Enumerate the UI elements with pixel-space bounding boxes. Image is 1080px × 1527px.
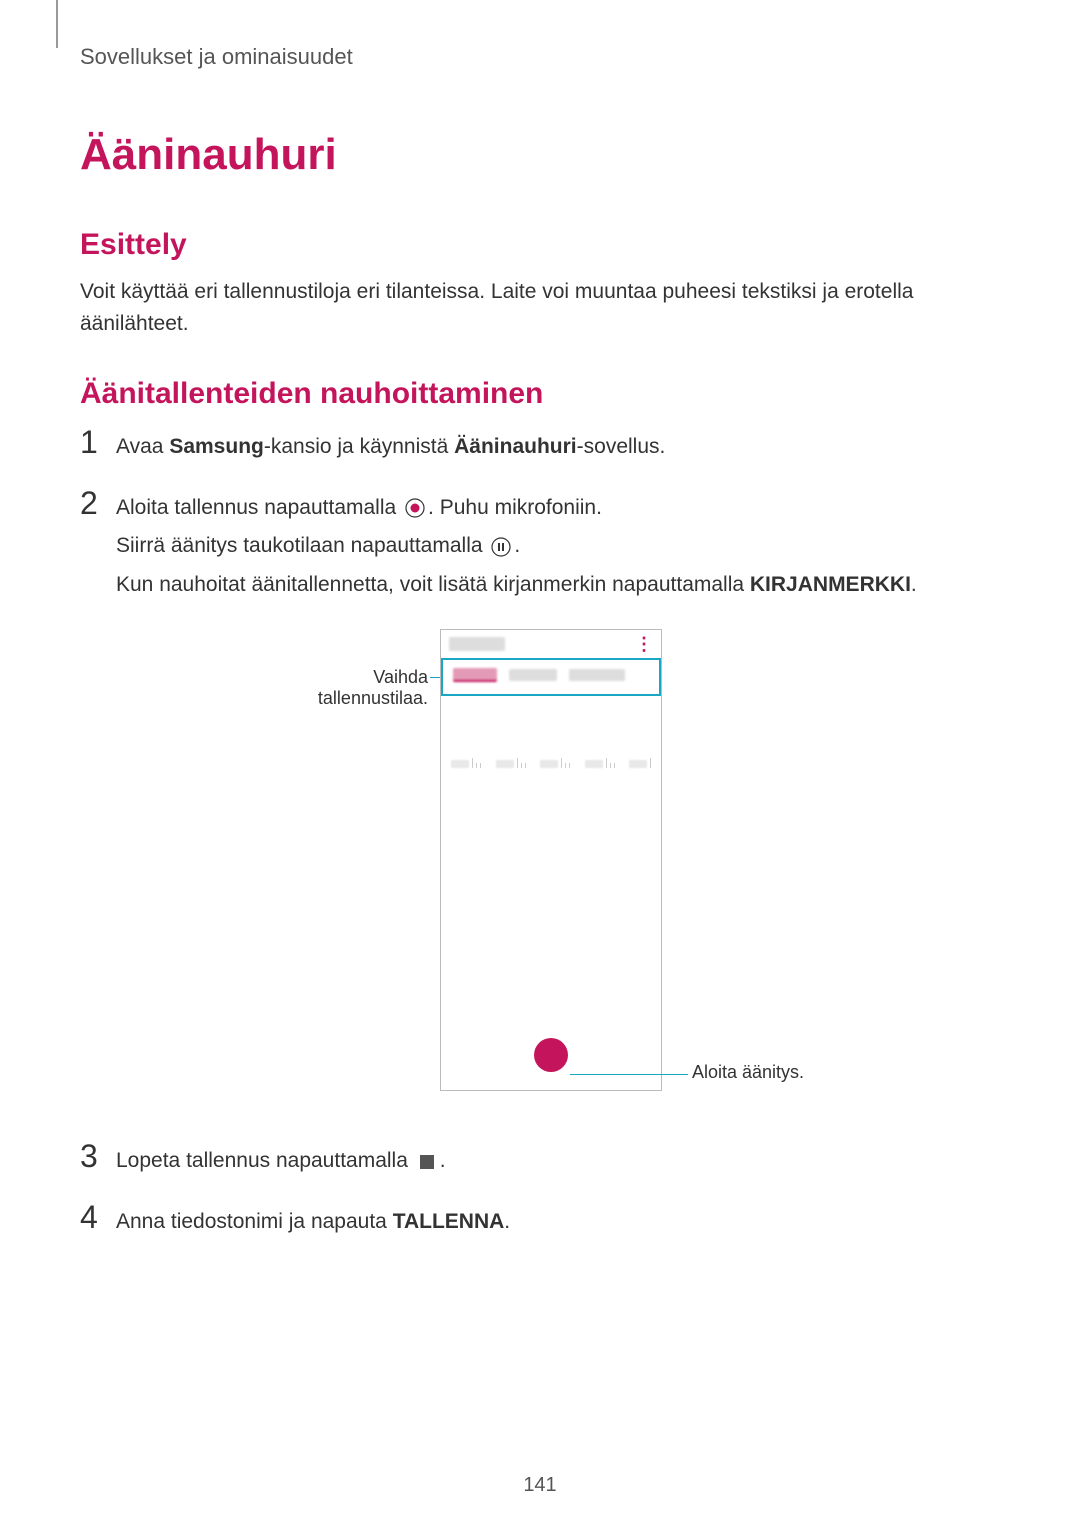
text: . bbox=[514, 534, 520, 557]
text: -kansio ja käynnistä bbox=[264, 435, 454, 458]
text-bold: KIRJANMERKKI bbox=[750, 573, 911, 596]
tab bbox=[509, 669, 557, 681]
callout-left: Vaihda tallennustilaa. bbox=[260, 667, 428, 709]
text-bold: Ääninauhuri bbox=[454, 435, 577, 458]
text: -sovellus. bbox=[577, 435, 666, 458]
timeline bbox=[451, 746, 651, 768]
section-heading-record: Äänitallenteiden nauhoittaminen bbox=[80, 377, 1000, 411]
page-content: Sovellukset ja ominaisuudet Ääninauhuri … bbox=[0, 0, 1080, 1238]
intro-body: Voit käyttää eri tallennustiloja eri til… bbox=[80, 276, 1000, 339]
step-list-cont: 3 Lopeta tallennus napauttamalla . 4 Ann… bbox=[80, 1139, 1000, 1238]
blur-chip bbox=[449, 637, 505, 651]
step-3: 3 Lopeta tallennus napauttamalla . bbox=[80, 1139, 1000, 1178]
step-body: Lopeta tallennus napauttamalla . bbox=[116, 1139, 446, 1178]
record-button bbox=[534, 1038, 568, 1072]
text: . Puhu mikrofoniin. bbox=[428, 496, 602, 519]
text-bold: TALLENNA bbox=[393, 1210, 505, 1233]
text: Kun nauhoitat äänitallennetta, voit lisä… bbox=[116, 573, 750, 596]
text-bold: Samsung bbox=[169, 435, 264, 458]
text: Anna tiedostonimi ja napauta bbox=[116, 1210, 393, 1233]
text: Avaa bbox=[116, 435, 169, 458]
record-icon bbox=[404, 497, 426, 519]
text: . bbox=[911, 573, 917, 596]
step-body: Aloita tallennus napauttamalla . Puhu mi… bbox=[116, 486, 917, 608]
pause-icon bbox=[490, 536, 512, 558]
phone-mockup: ⋮ bbox=[440, 629, 662, 1091]
running-head: Sovellukset ja ominaisuudet bbox=[80, 40, 1000, 70]
step-2: 2 Aloita tallennus napauttamalla . Puhu … bbox=[80, 486, 1000, 608]
step-list: 1 Avaa Samsung-kansio ja käynnistä Äänin… bbox=[80, 425, 1000, 607]
section-heading-intro: Esittely bbox=[80, 228, 1000, 262]
step-4: 4 Anna tiedostonimi ja napauta TALLENNA. bbox=[80, 1200, 1000, 1239]
step-body: Anna tiedostonimi ja napauta TALLENNA. bbox=[116, 1200, 510, 1239]
page-number: 141 bbox=[0, 1474, 1080, 1497]
more-icon: ⋮ bbox=[635, 634, 653, 655]
text: . bbox=[440, 1149, 446, 1172]
step-number: 2 bbox=[80, 486, 116, 521]
text: Lopeta tallennus napauttamalla bbox=[116, 1149, 414, 1172]
text: Siirrä äänitys taukotilaan napauttamalla bbox=[116, 534, 488, 557]
step-number: 1 bbox=[80, 425, 116, 460]
step-body: Avaa Samsung-kansio ja käynnistä Ääninau… bbox=[116, 425, 665, 464]
stop-icon bbox=[416, 1151, 438, 1173]
status-bar: ⋮ bbox=[441, 630, 661, 658]
step-1: 1 Avaa Samsung-kansio ja käynnistä Äänin… bbox=[80, 425, 1000, 464]
page-title: Ääninauhuri bbox=[80, 130, 1000, 180]
tab-row bbox=[447, 662, 655, 688]
tab-selected bbox=[453, 668, 497, 682]
text: Aloita tallennus napauttamalla bbox=[116, 496, 402, 519]
step-number: 3 bbox=[80, 1139, 116, 1174]
callout-right: Aloita äänitys. bbox=[692, 1062, 804, 1083]
step-number: 4 bbox=[80, 1200, 116, 1235]
figure: Vaihda tallennustilaa. ⋮ Aloi bbox=[80, 629, 1000, 1109]
tab bbox=[569, 669, 625, 681]
text: . bbox=[504, 1210, 510, 1233]
callout-line bbox=[570, 1074, 688, 1075]
